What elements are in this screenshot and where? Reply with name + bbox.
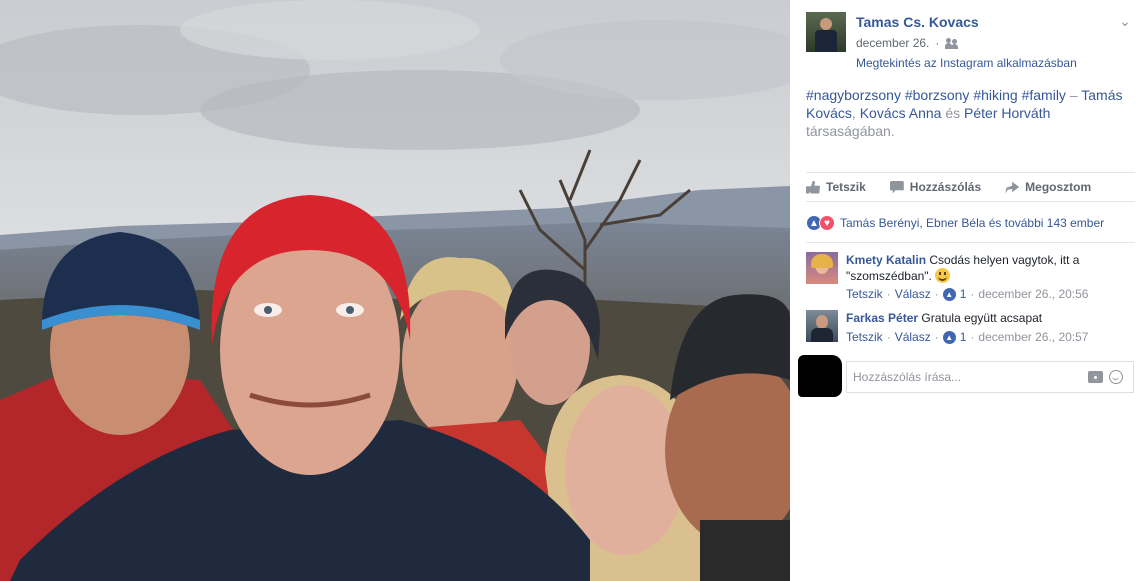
comment-body: Farkas Péter Gratula együtt acsapat — [846, 310, 1131, 326]
commenter-name[interactable]: Farkas Péter — [846, 311, 918, 325]
author-name[interactable]: Tamas Cs. Kovacs — [856, 14, 979, 30]
chevron-down-icon[interactable]: ⌄ — [1118, 14, 1132, 28]
comment-input-box[interactable] — [846, 361, 1134, 393]
heart-reaction-icon: ♥ — [819, 215, 835, 231]
like-count-icon: ▲ — [942, 330, 956, 344]
comment-item: Farkas Péter Gratula együtt acsapat Tets… — [806, 310, 1135, 350]
post-date[interactable]: december 26. — [856, 36, 929, 50]
comment-body: Kmety Katalin Csodás helyen vagytok, itt… — [846, 252, 1131, 284]
comment-like-count[interactable]: 1 — [960, 287, 967, 301]
author-avatar[interactable] — [806, 12, 846, 52]
post-photo[interactable] — [0, 0, 790, 581]
divider — [806, 242, 1135, 243]
comment-reply-link[interactable]: Válasz — [895, 330, 931, 344]
thumbs-up-icon — [806, 180, 820, 194]
comment-meta: Tetszik · Válasz · ▲ 1 · december 26., 20:5… — [846, 287, 1089, 301]
friends-icon[interactable] — [945, 37, 959, 49]
comment-like-count[interactable]: 1 — [960, 330, 967, 344]
commenter-avatar[interactable] — [806, 252, 838, 284]
commenter-name[interactable]: Kmety Katalin — [846, 253, 926, 267]
like-count-icon: ▲ — [942, 287, 956, 301]
comment-text: Gratula együtt acsapat — [921, 311, 1043, 325]
post-meta: december 26. · — [856, 36, 959, 50]
current-user-avatar — [798, 355, 842, 397]
comment-reply-link[interactable]: Válasz — [895, 287, 931, 301]
comment-item: Kmety Katalin Csodás helyen vagytok, itt… — [806, 252, 1135, 302]
reactions-text[interactable]: Tamás Berényi, Ebner Béla és további 143… — [840, 216, 1104, 230]
emoji-icon[interactable] — [1109, 370, 1123, 384]
comment-time[interactable]: december 26., 20:56 — [978, 287, 1088, 301]
reactions-summary[interactable]: ▲ ♥ Tamás Berényi, Ebner Béla és további… — [806, 212, 1135, 234]
comment-meta: Tetszik · Válasz · ▲ 1 · december 26., 20:5… — [846, 330, 1089, 344]
comment-like-link[interactable]: Tetszik — [846, 287, 883, 301]
action-bar: Tetszik Hozzászólás Megosztom — [806, 172, 1135, 202]
tagged-person[interactable]: Péter Horváth — [964, 105, 1050, 121]
comment-composer — [798, 355, 1138, 397]
comment-icon — [889, 180, 904, 194]
commenter-avatar[interactable] — [806, 310, 838, 342]
instagram-link[interactable]: Megtekintés az Instagram alkalmazásban — [856, 56, 1077, 70]
hashtags[interactable]: #nagyborzsony #borzsony #hiking #family — [806, 87, 1066, 103]
comment-like-link[interactable]: Tetszik — [846, 330, 883, 344]
share-button[interactable]: Megosztom — [1005, 180, 1091, 194]
comment-input[interactable] — [847, 362, 1067, 392]
tagged-person[interactable]: Kovács Anna — [860, 105, 942, 121]
share-icon — [1005, 181, 1020, 194]
post-header: Tamas Cs. Kovacs december 26. · Megtekin… — [806, 12, 1136, 72]
post-caption: #nagyborzsony #borzsony #hiking #family … — [806, 87, 1123, 139]
comment-button[interactable]: Hozzászólás — [889, 180, 981, 194]
comment-time[interactable]: december 26., 20:57 — [978, 330, 1088, 344]
like-button[interactable]: Tetszik — [806, 180, 866, 194]
smiley-emoji-icon — [935, 268, 951, 283]
camera-icon[interactable] — [1088, 371, 1103, 383]
post-side-panel: Tamas Cs. Kovacs december 26. · Megtekin… — [790, 0, 1145, 581]
selfie-image — [0, 0, 790, 581]
